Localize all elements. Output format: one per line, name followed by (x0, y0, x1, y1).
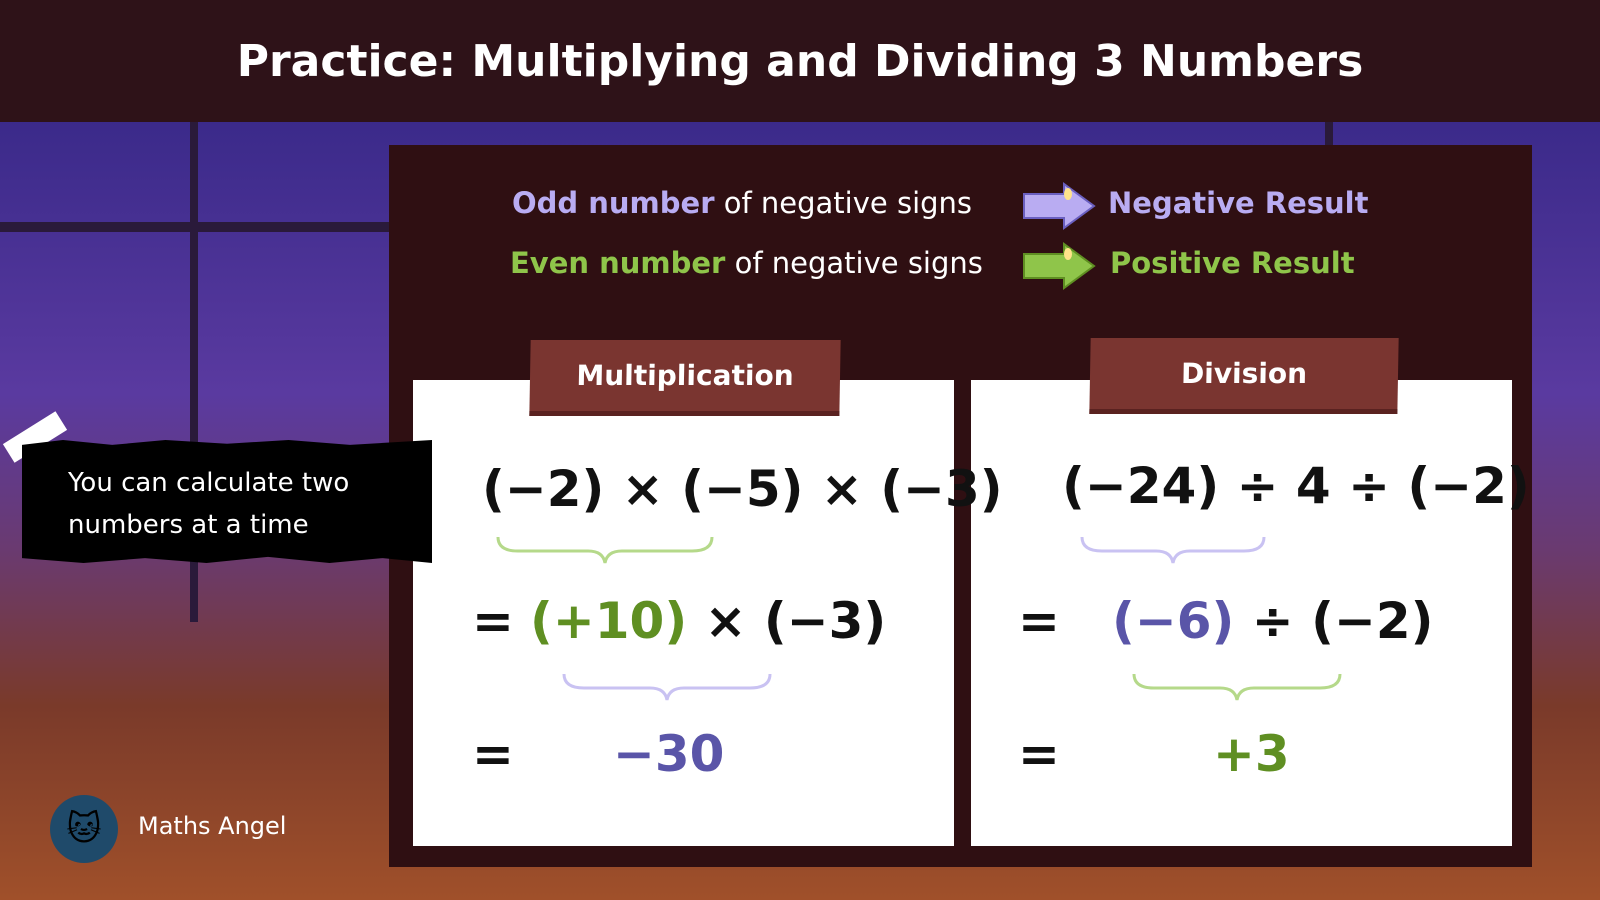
mult-expression: (−2) × (−5) × (−3) (482, 460, 1003, 518)
positive-result: Positive Result (1110, 246, 1355, 280)
mult-step2: (+10) × (−3) (530, 592, 886, 650)
tip-callout: You can calculate two numbers at a time (22, 440, 432, 563)
div-step2: (−6) ÷ (−2) (1112, 592, 1434, 650)
div-result: +3 (1213, 725, 1290, 783)
div-equals: = (1018, 592, 1060, 650)
result-label: Negative Result (1108, 186, 1369, 220)
header: Practice: Multiplying and Dividing 3 Num… (0, 0, 1600, 122)
multiplication-label: Multiplication (529, 340, 841, 416)
arrow-right-icon (1023, 242, 1096, 290)
page-title: Practice: Multiplying and Dividing 3 Num… (236, 35, 1364, 87)
arrow-right-icon (1023, 182, 1096, 230)
rule-odd: Odd number of negative signs (512, 186, 972, 220)
mult-equals: = (472, 592, 514, 650)
rule-text: of negative signs (725, 246, 983, 280)
rule-highlight: Even number (510, 246, 726, 280)
div-equals: = (1018, 725, 1060, 783)
div-expression: (−24) ÷ 4 ÷ (−2) (1062, 457, 1530, 515)
division-label: Division (1089, 338, 1399, 414)
remaining: × (−3) (687, 592, 887, 650)
mult-result: −30 (613, 725, 725, 783)
brace (1132, 673, 1342, 701)
brand-name: Maths Angel (138, 812, 287, 840)
partial-result: (−6) (1112, 592, 1235, 650)
brace (562, 673, 772, 701)
rule-highlight: Odd number (512, 186, 715, 220)
brace (496, 536, 714, 564)
rule-text: of negative signs (714, 186, 973, 220)
mult-equals: = (472, 725, 514, 783)
negative-result: Negative Result (1108, 186, 1368, 220)
remaining: ÷ (−2) (1234, 592, 1434, 650)
rule-even: Even number of negative signs (510, 246, 983, 280)
result-label: Positive Result (1110, 246, 1355, 280)
cat-avatar-icon: 🐱 (50, 795, 118, 863)
partial-result: (+10) (530, 592, 688, 650)
brace (1080, 536, 1266, 564)
window-frame (0, 222, 390, 232)
